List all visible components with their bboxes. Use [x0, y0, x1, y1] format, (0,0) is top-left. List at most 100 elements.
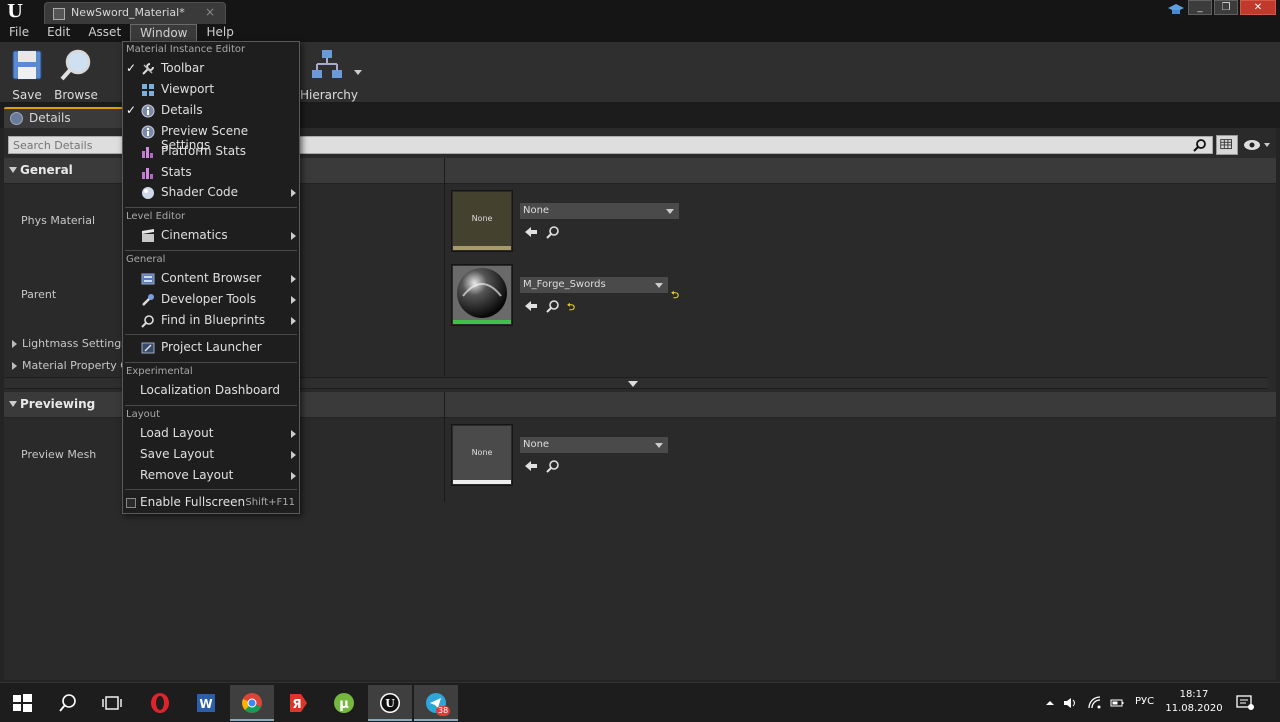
clapperboard-icon — [142, 229, 154, 242]
tab-close-icon[interactable]: × — [205, 5, 215, 19]
speaker-icon[interactable] — [1063, 696, 1077, 710]
minimize-button[interactable]: _ — [1188, 0, 1212, 15]
view-options-grid-button[interactable] — [1216, 135, 1238, 155]
menu-item-preview-scene-settings[interactable]: Preview Scene Settings — [123, 122, 299, 152]
eye-visibility-icon[interactable] — [1242, 137, 1272, 153]
system-clock[interactable]: 18:17 11.08.2020 — [1165, 688, 1223, 716]
submenu-arrow-icon — [291, 430, 296, 438]
use-selected-arrow-icon[interactable] — [524, 225, 538, 239]
category-lightmass-settings[interactable]: Lightmass Settings — [12, 337, 127, 350]
wifi-icon[interactable] — [1088, 696, 1102, 710]
prop-label-parent: Parent — [21, 288, 57, 301]
menu-separator — [125, 207, 297, 208]
tab-details[interactable]: Details — [4, 107, 132, 128]
submenu-arrow-icon — [291, 472, 296, 480]
menu-item-developer-tools[interactable]: Developer Tools — [123, 290, 299, 310]
phys-material-thumbnail[interactable]: None — [451, 190, 513, 252]
asset-type-bar — [453, 480, 511, 484]
project-launcher-label: Project Launcher — [161, 340, 262, 354]
taskbar-utorrent[interactable]: µ — [322, 685, 366, 721]
menu-item-details[interactable]: ✓ Details — [123, 101, 299, 121]
menu-item-localization-dashboard[interactable]: Localization Dashboard — [123, 381, 299, 401]
document-tab[interactable]: NewSword_Material* × — [44, 2, 226, 24]
save-layout-label: Save Layout — [140, 447, 215, 461]
maximize-button[interactable]: ❐ — [1214, 0, 1238, 15]
chevron-down-icon — [666, 209, 674, 214]
menu-item-enable-fullscreen[interactable]: Enable Fullscreen Shift+F11 — [123, 493, 299, 513]
menu-item-content-browser[interactable]: Content Browser — [123, 269, 299, 289]
search-icon — [59, 694, 76, 712]
menu-item-find-in-blueprints[interactable]: Find in Blueprints — [123, 311, 299, 331]
menu-window[interactable]: Window — [130, 24, 198, 42]
content-browser-label: Content Browser — [161, 271, 262, 285]
start-button[interactable] — [0, 685, 44, 721]
submenu-arrow-icon — [291, 232, 296, 240]
hierarchy-label: Hierarchy — [300, 88, 359, 102]
menu-item-save-layout[interactable]: Save Layout — [123, 445, 299, 465]
lightmass-label: Lightmass Settings — [22, 337, 127, 350]
search-icon[interactable] — [1193, 138, 1207, 152]
browse-asset-icon[interactable] — [546, 225, 560, 239]
taskbar-search-button[interactable] — [46, 685, 90, 721]
browse-asset-icon[interactable] — [546, 299, 560, 313]
parent-material-thumbnail[interactable] — [451, 264, 513, 326]
reset-to-default-icon[interactable]: ⮌ — [567, 300, 575, 317]
taskbar-chrome[interactable] — [230, 685, 274, 721]
graduation-cap-icon[interactable] — [1168, 3, 1184, 17]
material-sphere-icon — [453, 266, 511, 320]
preview-mesh-thumb-text: None — [453, 426, 511, 480]
browse-button[interactable]: Browse — [51, 48, 101, 102]
menu-item-toolbar[interactable]: ✓ Toolbar — [123, 59, 299, 79]
menu-item-load-layout[interactable]: Load Layout — [123, 424, 299, 444]
column-divider — [444, 158, 445, 376]
hierarchy-dropdown-icon[interactable] — [354, 70, 362, 75]
chevron-up-icon[interactable] — [1043, 696, 1057, 710]
use-selected-arrow-icon[interactable] — [524, 299, 538, 313]
taskbar-yandex[interactable]: Я — [276, 685, 320, 721]
use-selected-arrow-icon[interactable] — [524, 459, 538, 473]
menu-asset[interactable]: Asset — [79, 24, 130, 42]
save-button[interactable]: Save — [2, 48, 52, 102]
task-view-button[interactable] — [90, 685, 134, 721]
collapse-arrow-icon — [9, 167, 17, 173]
menu-help[interactable]: Help — [197, 24, 242, 42]
fullscreen-checkbox[interactable] — [126, 498, 136, 508]
preview-mesh-thumbnail[interactable]: None — [451, 424, 513, 486]
section-layout: Layout — [126, 409, 160, 420]
parent-combo[interactable]: M_Forge_Swords — [519, 276, 669, 294]
material-instance-icon — [53, 8, 65, 20]
svg-text:U: U — [385, 697, 395, 710]
svg-text:µ: µ — [339, 697, 349, 712]
notification-center-icon[interactable] — [1236, 695, 1254, 711]
battery-icon[interactable] — [1110, 696, 1124, 710]
wrench-icon — [142, 63, 154, 75]
taskbar-opera[interactable] — [138, 685, 182, 721]
menu-separator — [125, 334, 297, 335]
hierarchy-button[interactable]: Hierarchy — [300, 48, 359, 102]
menu-item-remove-layout[interactable]: Remove Layout — [123, 466, 299, 486]
remove-layout-label: Remove Layout — [140, 468, 234, 482]
phys-material-combo[interactable]: None — [519, 202, 680, 220]
viewport-icon — [142, 84, 154, 96]
browse-asset-icon[interactable] — [546, 459, 560, 473]
menu-item-viewport[interactable]: Viewport — [123, 80, 299, 100]
menu-item-stats[interactable]: Stats — [123, 163, 299, 183]
section-experimental: Experimental — [126, 366, 193, 377]
menu-file[interactable]: File — [0, 24, 38, 42]
input-language-indicator[interactable]: РУС — [1135, 696, 1154, 707]
taskbar-word[interactable]: W — [184, 685, 228, 721]
checkmark-icon: ✓ — [126, 103, 137, 117]
menu-item-cinematics[interactable]: Cinematics — [123, 226, 299, 246]
menu-item-project-launcher[interactable]: Project Launcher — [123, 338, 299, 358]
taskbar-telegram[interactable]: 38 — [414, 685, 458, 721]
menu-item-platform-stats[interactable]: Platform Stats — [123, 142, 299, 162]
preview-mesh-combo[interactable]: None — [519, 436, 669, 454]
find-in-blueprints-label: Find in Blueprints — [161, 313, 266, 327]
taskbar-unreal-engine[interactable]: U — [368, 685, 412, 721]
menu-item-shader-code[interactable]: Shader Code — [123, 183, 299, 203]
reset-to-default-icon[interactable]: ⮌ — [671, 288, 679, 305]
submenu-arrow-icon — [291, 317, 296, 325]
menu-edit[interactable]: Edit — [38, 24, 79, 42]
unreal-logo-icon[interactable]: U — [4, 2, 26, 22]
close-window-button[interactable]: ✕ — [1240, 0, 1276, 15]
